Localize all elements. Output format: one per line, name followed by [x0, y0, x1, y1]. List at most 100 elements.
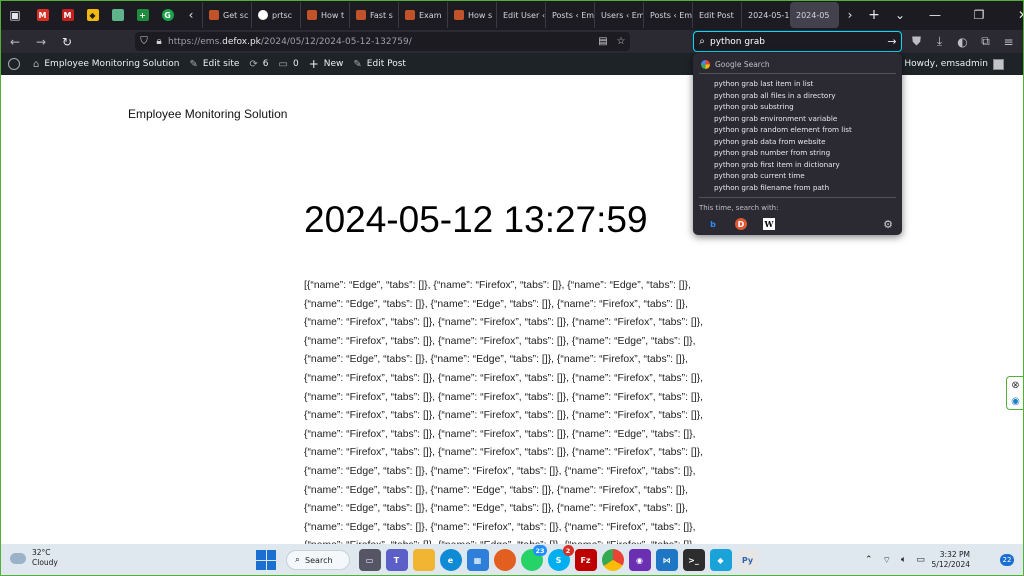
browser-tab[interactable]: Exam	[398, 2, 447, 28]
game-app-icon[interactable]: ◉	[628, 549, 651, 571]
bing-icon[interactable]: b	[707, 218, 719, 230]
vscode-icon[interactable]: ⋈	[655, 549, 678, 571]
pinned-tab-sheets[interactable]: +	[130, 0, 155, 30]
search-icon: ⌕	[295, 555, 301, 565]
weather-widget[interactable]: 32°C Cloudy	[10, 548, 58, 568]
back-icon[interactable]: ←	[2, 30, 28, 53]
pinned-tab-green[interactable]: G	[155, 0, 180, 30]
edge-icon[interactable]: e	[439, 549, 462, 571]
search-suggestion[interactable]: python grab number from string	[699, 147, 896, 159]
search-bar[interactable]: ⌕ →	[693, 31, 902, 52]
edit-site-link[interactable]: ✎ Edit site	[184, 53, 244, 75]
browser-tab[interactable]: Fast s	[349, 2, 398, 28]
scroll-tabs-right-icon[interactable]: ›	[839, 0, 861, 30]
url-bar[interactable]: ⛉ 🔒︎ https://ems.defox.pk/2024/05/12/202…	[135, 32, 630, 51]
close-widget-icon[interactable]: ⊗	[1011, 380, 1019, 391]
wordpress-logo-button[interactable]	[0, 53, 28, 75]
restore-icon[interactable]: ❐	[957, 0, 1001, 30]
tab-strip: ▣ M M ◆ + G ‹ Get sc prtsc How t Fast s Exam…	[0, 0, 1024, 30]
tray-overflow-icon[interactable]: ⌃	[865, 555, 873, 565]
browser-tab[interactable]: Users ‹ Em	[594, 2, 643, 28]
temperature: 32°C	[32, 548, 51, 557]
extensions-icon[interactable]: ⧉	[974, 30, 997, 53]
chrome-icon[interactable]	[601, 549, 624, 571]
browser-tab[interactable]: Edit Post	[692, 2, 741, 28]
browser-tab[interactable]: Edit User ‹	[496, 2, 545, 28]
search-suggestion[interactable]: python grab data from website	[699, 136, 896, 148]
task-view-icon[interactable]: ▭	[358, 549, 381, 571]
store-icon[interactable]: ▦	[466, 549, 489, 571]
pinned-tab-app[interactable]	[105, 0, 130, 30]
url-text[interactable]: https://ems.defox.pk/2024/05/12/2024-05-…	[168, 37, 412, 47]
search-suggestion[interactable]: python grab last item in list	[699, 78, 896, 90]
whatsapp-icon[interactable]: 23	[520, 545, 547, 571]
downloads-icon[interactable]: ⤓	[928, 30, 951, 53]
browser-tab[interactable]: How s	[447, 2, 496, 28]
wikipedia-icon[interactable]: W	[763, 218, 775, 230]
search-suggestion[interactable]: python grab substring	[699, 101, 896, 113]
windows-start-icon[interactable]	[256, 550, 276, 570]
account-icon[interactable]: ◐	[951, 30, 974, 53]
battery-icon[interactable]: ▭	[916, 555, 925, 565]
pinned-tab-gmail-2[interactable]: M	[55, 0, 80, 30]
skype-icon[interactable]: S2	[547, 545, 574, 571]
browser-tab[interactable]: 2024-05	[790, 2, 839, 28]
reload-icon[interactable]: ↻	[54, 30, 80, 53]
bookmark-star-icon[interactable]: ☆	[612, 36, 630, 47]
search-go-icon[interactable]: →	[883, 35, 901, 48]
clock[interactable]: 3:32 PM 5/12/2024	[928, 550, 970, 570]
search-suggestion[interactable]: python grab all files in a directory	[699, 90, 896, 102]
suggestions-heading-label: Google Search	[715, 59, 770, 69]
search-suggestion[interactable]: python grab first item in dictionary	[699, 159, 896, 171]
browser-tab[interactable]: How t	[300, 2, 349, 28]
browser-tab[interactable]: Get sc	[202, 2, 251, 28]
list-all-tabs-icon[interactable]: ⌄	[887, 0, 913, 30]
comments-link[interactable]: ▭ 0	[274, 53, 304, 75]
new-tab-icon[interactable]: +	[861, 0, 887, 30]
widget-icon[interactable]: ◉	[1011, 396, 1020, 407]
python-icon[interactable]: Py	[736, 549, 759, 571]
avatar[interactable]	[993, 58, 1004, 70]
file-explorer-icon[interactable]	[412, 549, 435, 571]
site-title[interactable]: Employee Monitoring Solution	[128, 107, 287, 121]
menu-icon[interactable]: ≡	[997, 30, 1020, 53]
reader-view-icon[interactable]: ▤	[594, 36, 612, 47]
wifi-icon[interactable]: ⌔	[883, 555, 891, 566]
minimize-icon[interactable]: —	[913, 0, 957, 30]
firefox-view-icon[interactable]: ▣	[0, 0, 30, 30]
browser-tab[interactable]: prtsc	[251, 2, 300, 28]
browser-tab[interactable]: 2024-05-1	[741, 2, 790, 28]
forward-icon[interactable]: →	[28, 30, 54, 53]
pocket-icon[interactable]: ⛊	[905, 30, 928, 53]
pinned-tab-binance[interactable]: ◆	[80, 0, 105, 30]
search-suggestion[interactable]: python grab filename from path	[699, 182, 896, 194]
browser-tab[interactable]: Posts ‹ Em	[643, 2, 692, 28]
scroll-tabs-left-icon[interactable]: ‹	[180, 0, 202, 30]
site-name-link[interactable]: ⌂ Employee Monitoring Solution	[28, 53, 184, 75]
howdy-account-link[interactable]: Howdy, emsadmin	[904, 59, 988, 69]
duckduckgo-icon[interactable]: D	[735, 218, 747, 230]
taskbar-search-button[interactable]: ⌕ Search	[286, 550, 350, 570]
edit-post-link[interactable]: ✎ Edit Post	[348, 53, 411, 75]
teams-icon[interactable]: T	[385, 549, 408, 571]
pinned-tabs: M M ◆ + G	[30, 0, 180, 30]
close-window-icon[interactable]: ✕	[1001, 0, 1024, 30]
search-suggestion[interactable]: python grab current time	[699, 170, 896, 182]
shield-icon[interactable]: ⛉	[135, 36, 153, 47]
binance-icon: ◆	[86, 9, 99, 21]
browser-tab[interactable]: Posts ‹ Em	[545, 2, 594, 28]
lock-icon[interactable]: 🔒︎	[153, 36, 165, 47]
search-suggestion[interactable]: python grab environment variable	[699, 113, 896, 125]
notification-center-badge[interactable]: 22	[1000, 554, 1014, 566]
app-icon[interactable]: ◆	[709, 549, 732, 571]
search-settings-gear-icon[interactable]: ⚙	[882, 218, 894, 231]
firefox-icon[interactable]	[493, 549, 516, 571]
new-content-link[interactable]: + New	[304, 53, 349, 75]
pinned-tab-gmail[interactable]: M	[30, 0, 55, 30]
filezilla-icon[interactable]: Fz	[574, 549, 597, 571]
updates-link[interactable]: ⟳ 6	[244, 53, 273, 75]
terminal-icon[interactable]: >_	[682, 549, 705, 571]
search-suggestion[interactable]: python grab random element from list	[699, 124, 896, 136]
search-input[interactable]	[710, 36, 870, 47]
volume-icon[interactable]: 🔈︎	[901, 555, 906, 565]
